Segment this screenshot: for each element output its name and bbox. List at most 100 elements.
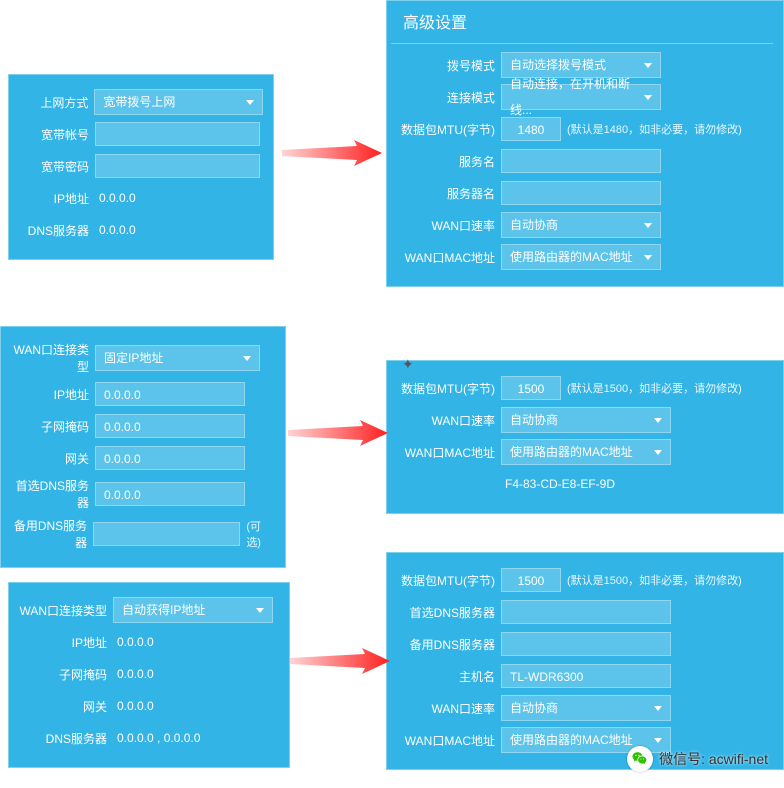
chevron-down-icon: [243, 356, 251, 361]
label-mask: 子网掩码: [5, 418, 95, 435]
label-wan-speed: WAN口速率: [391, 700, 501, 717]
chevron-down-icon: [654, 450, 662, 455]
label-wan-mac: WAN口MAC地址: [391, 249, 501, 266]
hint-mtu: (默认是1500，如非必要，请勿修改): [567, 380, 742, 396]
chevron-down-icon: [654, 738, 662, 743]
panel-static-adv: 数据包MTU(字节) 1500 (默认是1500，如非必要，请勿修改) WAN口…: [386, 360, 784, 514]
select-value: 自动协商: [510, 407, 558, 433]
label-server: 服务器名: [391, 185, 501, 202]
arrow-icon: [282, 138, 382, 168]
input-dns1[interactable]: [501, 600, 671, 624]
input-dns2[interactable]: [93, 522, 240, 546]
select-wan-mac[interactable]: 使用路由器的MAC地址: [501, 244, 661, 270]
value-dns: 0.0.0.0: [95, 223, 136, 237]
label-dns2: 备用DNS服务器: [5, 517, 93, 551]
panel-dhcp-adv: 数据包MTU(字节) 1500 (默认是1500，如非必要，请勿修改) 首选DN…: [386, 552, 784, 770]
value-mac: F4-83-CD-E8-EF-9D: [501, 477, 615, 491]
select-connect-mode[interactable]: 自动连接，在开机和断线...: [501, 84, 661, 110]
label-service: 服务名: [391, 153, 501, 170]
value-mask: 0.0.0.0: [113, 667, 154, 681]
select-wan-speed[interactable]: 自动协商: [501, 407, 671, 433]
label-conn-type: WAN口连接类型: [13, 602, 113, 619]
input-gateway[interactable]: 0.0.0.0: [95, 446, 245, 470]
label-ip: IP地址: [5, 386, 95, 403]
select-wan-mac[interactable]: 使用路由器的MAC地址: [501, 439, 671, 465]
chevron-down-icon: [644, 223, 652, 228]
label-wan-speed: WAN口速率: [391, 412, 501, 429]
select-value: 自动协商: [510, 212, 558, 238]
label-wan-speed: WAN口速率: [391, 217, 501, 234]
hint-mtu: (默认是1500，如非必要，请勿修改): [567, 572, 742, 588]
label-wan-mac: WAN口MAC地址: [391, 444, 501, 461]
label-wan-method: 上网方式: [13, 94, 94, 111]
select-value: 使用路由器的MAC地址: [510, 439, 633, 465]
label-password: 宽带密码: [13, 158, 95, 175]
label-dns2: 备用DNS服务器: [391, 636, 501, 653]
select-value: 自动连接，在开机和断线...: [510, 71, 644, 123]
label-mtu: 数据包MTU(字节): [391, 572, 501, 589]
arrow-icon: [288, 418, 388, 448]
panel-advanced: 高级设置 拨号模式 自动选择拨号模式 连接模式 自动连接，在开机和断线... 数…: [386, 0, 784, 287]
input-mtu[interactable]: 1500: [501, 568, 561, 592]
select-value: 使用路由器的MAC地址: [510, 727, 633, 753]
label-wan-mac: WAN口MAC地址: [391, 732, 501, 749]
chevron-down-icon: [654, 706, 662, 711]
chevron-down-icon: [246, 100, 254, 105]
input-mask[interactable]: 0.0.0.0: [95, 414, 245, 438]
input-dns2[interactable]: [501, 632, 671, 656]
input-dns1[interactable]: 0.0.0.0: [95, 482, 245, 506]
select-wan-method[interactable]: 宽带拨号上网: [94, 89, 263, 115]
input-hostname[interactable]: TL-WDR6300: [501, 664, 671, 688]
panel-pppoe: 上网方式 宽带拨号上网 宽带帐号 宽带密码 IP地址 0.0.0.0 DNS服务…: [8, 74, 274, 260]
wechat-badge: 微信号: acwifi-net: [627, 746, 768, 772]
arrow-icon: [290, 646, 390, 676]
panel-dhcp: WAN口连接类型 自动获得IP地址 IP地址 0.0.0.0 子网掩码 0.0.…: [8, 582, 290, 768]
input-mtu[interactable]: 1500: [501, 376, 561, 400]
label-dns: DNS服务器: [13, 222, 95, 239]
label-dns1: 首选DNS服务器: [391, 604, 501, 621]
hint-optional: (可选): [246, 518, 275, 550]
select-conn-type[interactable]: 固定IP地址: [95, 345, 260, 371]
label-ip: IP地址: [13, 634, 113, 651]
chevron-down-icon: [644, 63, 652, 68]
label-dns1: 首选DNS服务器: [5, 477, 95, 511]
label-dial-mode: 拨号模式: [391, 57, 501, 74]
select-wan-speed[interactable]: 自动协商: [501, 212, 661, 238]
chevron-down-icon: [256, 608, 264, 613]
panel-static-ip: WAN口连接类型 固定IP地址 IP地址 0.0.0.0 子网掩码 0.0.0.…: [0, 326, 286, 568]
label-hostname: 主机名: [391, 668, 501, 685]
wechat-label: 微信号: acwifi-net: [659, 749, 768, 769]
input-ip[interactable]: 0.0.0.0: [95, 382, 245, 406]
chevron-down-icon: [644, 255, 652, 260]
input-server[interactable]: [501, 181, 661, 205]
label-ip: IP地址: [13, 190, 95, 207]
select-value: 自动协商: [510, 695, 558, 721]
label-gateway: 网关: [13, 698, 113, 715]
label-account: 宽带帐号: [13, 126, 95, 143]
label-gateway: 网关: [5, 450, 95, 467]
label-dns: DNS服务器: [13, 730, 113, 747]
label-conn-type: WAN口连接类型: [5, 341, 95, 375]
select-value: 宽带拨号上网: [103, 89, 175, 115]
chevron-down-icon: [654, 418, 662, 423]
value-gateway: 0.0.0.0: [113, 699, 154, 713]
hint-mtu: (默认是1480，如非必要，请勿修改): [567, 121, 742, 137]
value-ip: 0.0.0.0: [113, 635, 154, 649]
chevron-down-icon: [644, 95, 652, 100]
panel-title: 高级设置: [391, 1, 773, 44]
input-service[interactable]: [501, 149, 661, 173]
select-value: 固定IP地址: [104, 345, 163, 371]
label-mask: 子网掩码: [13, 666, 113, 683]
select-value: 使用路由器的MAC地址: [510, 244, 633, 270]
label-connect-mode: 连接模式: [391, 89, 501, 106]
value-dns: 0.0.0.0 , 0.0.0.0: [113, 731, 200, 745]
select-wan-speed[interactable]: 自动协商: [501, 695, 671, 721]
value-ip: 0.0.0.0: [95, 191, 136, 205]
select-value: 自动获得IP地址: [122, 597, 205, 623]
label-mtu: 数据包MTU(字节): [391, 380, 501, 397]
select-conn-type[interactable]: 自动获得IP地址: [113, 597, 273, 623]
input-account[interactable]: [95, 122, 260, 146]
label-mtu: 数据包MTU(字节): [391, 121, 501, 138]
input-password[interactable]: [95, 154, 260, 178]
wechat-icon: [627, 746, 653, 772]
